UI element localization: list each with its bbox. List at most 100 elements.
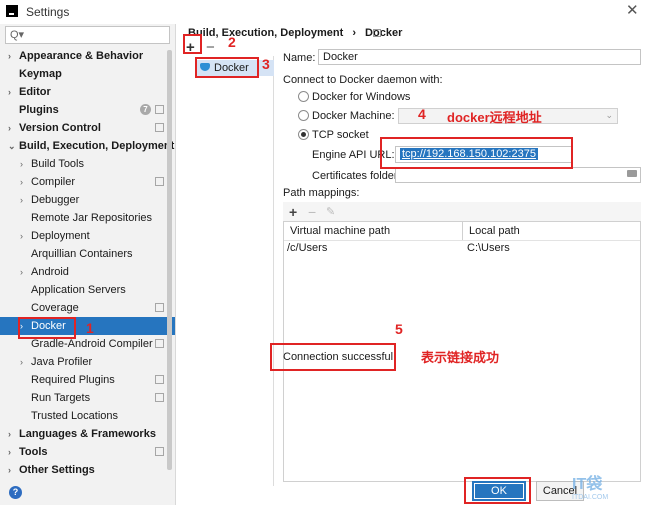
chevron-right-icon[interactable]: ›: [20, 155, 23, 173]
table-row-local-path[interactable]: C:\Users: [467, 242, 510, 254]
sidebar-item-label: Build Tools: [31, 158, 84, 170]
sidebar-item-appearance-behavior[interactable]: › Appearance & Behavior: [0, 47, 175, 65]
annotation-box-docker: [18, 317, 76, 339]
close-icon[interactable]: ✕: [626, 3, 639, 19]
title-bar: [0, 0, 650, 24]
annotation-box-status: [270, 343, 396, 371]
table-header-local-path[interactable]: Local path: [469, 225, 520, 237]
name-field[interactable]: Docker: [318, 49, 641, 65]
sidebar-item-label: Plugins: [19, 104, 59, 116]
sidebar-item-label: Compiler: [31, 176, 76, 188]
project-scope-icon: [155, 105, 164, 114]
certificates-folder-label: Certificates folder:: [312, 170, 401, 182]
project-scope-icon: [155, 339, 164, 348]
table-header-vm-path[interactable]: Virtual machine path: [290, 225, 390, 237]
plugins-badge-icon: 7: [140, 104, 151, 115]
annotation-remote-address-text: docker远程地址: [447, 110, 542, 125]
path-mappings-toolbar: [283, 202, 641, 222]
tcp-socket-radio[interactable]: [298, 129, 309, 140]
breadcrumb-separator: ›: [352, 27, 356, 39]
project-scope-icon: [155, 393, 164, 402]
chevron-right-icon[interactable]: ›: [20, 263, 23, 281]
project-scope-icon: [155, 123, 164, 132]
search-icon: Q▾: [10, 29, 25, 41]
sidebar-item-build-execution-deployment[interactable]: ⌄ Build, Execution, Deployment: [0, 137, 175, 155]
chevron-right-icon[interactable]: ›: [20, 191, 23, 209]
sidebar-item-remote-jar-repositories[interactable]: Remote Jar Repositories: [0, 209, 175, 227]
folder-icon-shape: [627, 170, 637, 177]
chevron-down-icon[interactable]: ⌄: [8, 137, 16, 155]
sidebar-item-label: Java Profiler: [31, 356, 93, 368]
sidebar-item-version-control[interactable]: › Version Control: [0, 119, 175, 137]
help-icon[interactable]: ?: [9, 486, 22, 499]
sidebar-item-editor[interactable]: › Editor: [0, 83, 175, 101]
sidebar-item-trusted-locations[interactable]: Trusted Locations: [0, 407, 175, 425]
intellij-app-icon: [6, 5, 18, 17]
certificates-folder-field[interactable]: [395, 167, 641, 183]
annotation-number-1: 1: [86, 320, 94, 336]
sidebar-item-plugins[interactable]: Plugins 7: [0, 101, 175, 119]
sidebar-scrollbar[interactable]: [167, 50, 172, 470]
folder-icon[interactable]: [627, 167, 641, 183]
breadcrumb: Build, Execution, Deployment › Docker: [188, 27, 402, 39]
breadcrumb-current: Docker: [365, 27, 403, 39]
watermark-big-text: IT袋: [572, 476, 603, 493]
sidebar-item-languages-frameworks[interactable]: › Languages & Frameworks: [0, 425, 175, 443]
sidebar-item-deployment[interactable]: › Deployment: [0, 227, 175, 245]
sidebar-item-label: Version Control: [19, 122, 101, 134]
annotation-number-3: 3: [262, 56, 270, 72]
sidebar-item-label: Keymap: [19, 68, 62, 80]
path-mappings-table: [283, 202, 641, 482]
sidebar-item-label: Tools: [19, 446, 48, 458]
sidebar-item-compiler[interactable]: › Compiler: [0, 173, 175, 191]
chevron-right-icon[interactable]: ›: [20, 227, 23, 245]
sidebar-item-android[interactable]: › Android: [0, 263, 175, 281]
window-title: Settings: [26, 5, 70, 19]
sidebar-item-java-profiler[interactable]: › Java Profiler: [0, 353, 175, 371]
remove-mapping-icon[interactable]: −: [308, 204, 316, 220]
chevron-right-icon[interactable]: ›: [8, 83, 11, 101]
sidebar-item-label: Other Settings: [19, 464, 95, 476]
sidebar-item-debugger[interactable]: › Debugger: [0, 191, 175, 209]
chevron-right-icon[interactable]: ›: [8, 443, 11, 461]
sidebar-item-label: Run Targets: [31, 392, 91, 404]
sidebar-item-build-tools[interactable]: › Build Tools: [0, 155, 175, 173]
project-scope-icon: [373, 29, 381, 37]
table-header-divider: [284, 240, 640, 241]
chevron-right-icon[interactable]: ›: [20, 353, 23, 371]
connect-label: Connect to Docker daemon with:: [283, 74, 443, 86]
edit-mapping-icon[interactable]: ✎: [326, 205, 335, 218]
chevron-right-icon[interactable]: ›: [20, 173, 23, 191]
sidebar-item-application-servers[interactable]: Application Servers: [0, 281, 175, 299]
docker-machine-label: Docker Machine:: [312, 110, 395, 122]
sidebar-item-required-plugins[interactable]: Required Plugins: [0, 371, 175, 389]
table-row-vm-path[interactable]: /c/Users: [287, 242, 327, 254]
sidebar-item-arquillian-containers[interactable]: Arquillian Containers: [0, 245, 175, 263]
project-scope-icon: [155, 375, 164, 384]
sidebar-item-label: Editor: [19, 86, 51, 98]
chevron-right-icon[interactable]: ›: [8, 47, 11, 65]
docker-for-windows-radio[interactable]: [298, 91, 309, 102]
chevron-right-icon[interactable]: ›: [8, 461, 11, 479]
sidebar-item-other-settings[interactable]: › Other Settings: [0, 461, 175, 479]
sidebar-item-run-targets[interactable]: Run Targets: [0, 389, 175, 407]
itdai-watermark-logo: IT袋 ITDAI.COM: [572, 470, 644, 504]
annotation-box-add: [183, 34, 202, 54]
sidebar-item-label: Required Plugins: [31, 374, 115, 386]
remove-connection-button[interactable]: −: [206, 40, 215, 56]
search-input[interactable]: Q▾: [5, 26, 170, 44]
sidebar-item-keymap[interactable]: Keymap: [0, 65, 175, 83]
project-scope-icon: [155, 303, 164, 312]
chevron-right-icon[interactable]: ›: [8, 119, 11, 137]
sidebar-item-label: Deployment: [31, 230, 90, 242]
add-mapping-icon[interactable]: +: [289, 204, 297, 220]
path-mappings-label: Path mappings:: [283, 187, 360, 199]
sidebar-item-tools[interactable]: › Tools: [0, 443, 175, 461]
chevron-right-icon[interactable]: ›: [8, 425, 11, 443]
breadcrumb-parent: Build, Execution, Deployment: [188, 27, 344, 39]
sidebar-item-coverage[interactable]: Coverage: [0, 299, 175, 317]
sidebar-item-label: Android: [31, 266, 69, 278]
sidebar-item-label: Debugger: [31, 194, 80, 206]
annotation-success-text: 表示链接成功: [421, 350, 500, 365]
docker-machine-radio[interactable]: [298, 110, 309, 121]
